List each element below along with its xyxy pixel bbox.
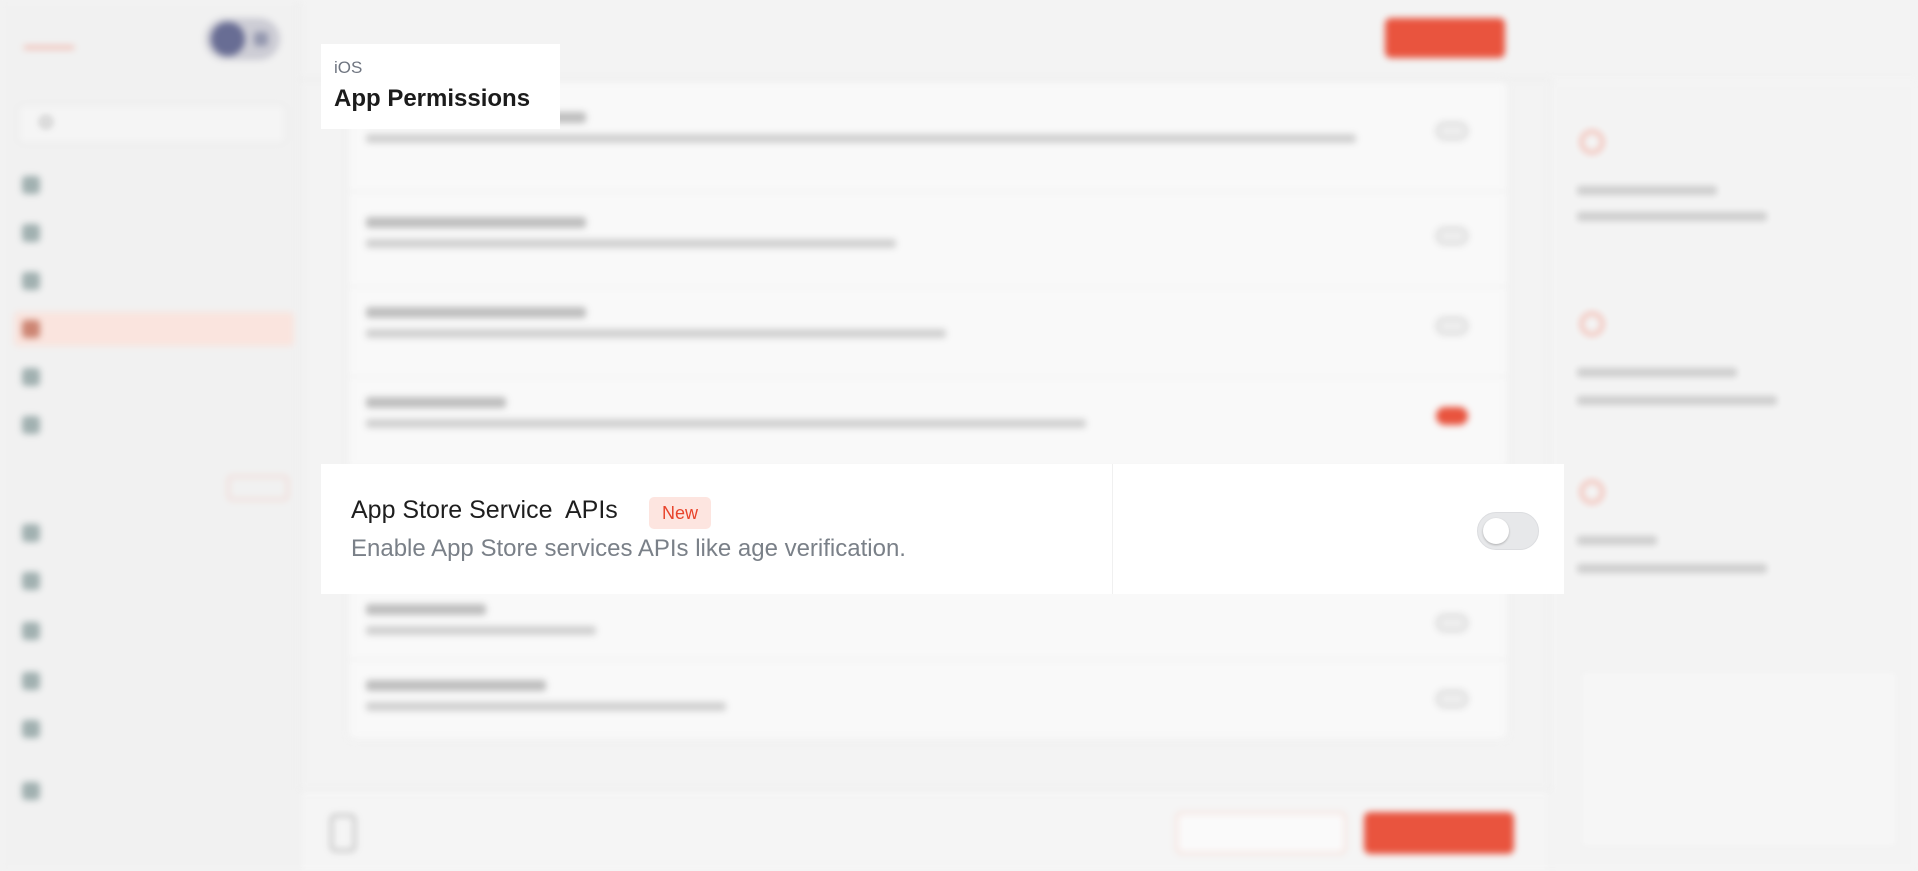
settings-row [348,385,1508,467]
sidebar [0,0,300,871]
step-text [1577,212,1767,221]
sidebar-item-active[interactable] [14,312,294,346]
sidebar-item-12[interactable] [14,774,294,808]
nav-icon [22,416,40,434]
nav-icon [22,524,40,542]
sidebar-item-10[interactable] [14,664,294,698]
nav-icon [22,176,40,194]
step-text [1577,396,1777,405]
sidebar-item-5[interactable] [14,360,294,394]
phone-icon [330,814,356,852]
save-draft-button[interactable] [1364,812,1514,854]
row-toggle[interactable] [1436,227,1468,245]
live-preview-card [1578,668,1900,850]
row-title [366,397,506,408]
row-toggle[interactable] [1436,122,1468,140]
setting-description: Enable App Store services APIs like age … [351,535,906,562]
logo-underline [24,46,74,49]
breadcrumb-platform: iOS [334,58,363,77]
settings-row [348,205,1508,287]
sidebar-item-8[interactable] [14,564,294,598]
row-description [366,329,946,338]
search-input[interactable] [18,104,286,144]
step-icon [1580,312,1604,336]
nav-icon [22,622,40,640]
new-badge: New [649,497,712,529]
row-divider [1112,464,1113,594]
sidebar-item-9[interactable] [14,614,294,648]
page-title: App Permissions [334,85,531,112]
sidebar-item-3[interactable] [14,264,294,298]
step-text [1577,564,1767,573]
nav-icon [22,672,40,690]
nav-icon [22,720,40,738]
step-text [1577,368,1737,377]
nav-icon [22,320,40,338]
row-toggle[interactable] [1436,690,1468,708]
row-description [366,239,896,248]
settings-row [348,592,1508,660]
row-description [366,626,596,635]
blurred-background-app [0,0,1918,871]
row-title [366,604,486,615]
footer-bar [300,790,1550,871]
row-title [366,680,546,691]
step-text [1577,536,1657,545]
row-description [366,702,726,711]
settings-row [348,668,1508,740]
page-header: iOS App Permissions [321,44,560,129]
row-toggle[interactable] [1436,614,1468,632]
step-text [1577,186,1717,195]
nav-icon [22,572,40,590]
row-toggle[interactable] [1436,317,1468,335]
avatar[interactable] [211,22,245,56]
row-description [366,419,1086,428]
row-toggle[interactable] [1436,407,1468,425]
step-icon [1580,130,1604,154]
sidebar-item-7[interactable] [14,516,294,550]
settings-row [348,295,1508,377]
sidebar-item-1[interactable] [14,168,294,202]
setting-title: App Store Service APIs [351,496,618,524]
sidebar-item-11[interactable] [14,712,294,746]
sidebar-item-6[interactable] [14,408,294,442]
sidebar-item-2[interactable] [14,216,294,250]
nav-icon [22,272,40,290]
toggle-knob [1483,518,1509,544]
nav-icon [22,224,40,242]
publish-button[interactable] [1385,18,1505,58]
row-title [366,307,586,318]
add-addon-button[interactable] [228,476,288,500]
app-store-apis-toggle[interactable] [1477,512,1539,550]
nav-icon [22,782,40,800]
nav-icon [22,368,40,386]
step-icon [1580,480,1604,504]
search-icon [40,116,52,128]
row-description [366,134,1356,143]
switch-icon [254,32,268,46]
highlighted-setting-row: App Store Service APIs New Enable App St… [321,464,1564,594]
save-review-button[interactable] [1176,812,1346,854]
row-title [366,217,586,228]
